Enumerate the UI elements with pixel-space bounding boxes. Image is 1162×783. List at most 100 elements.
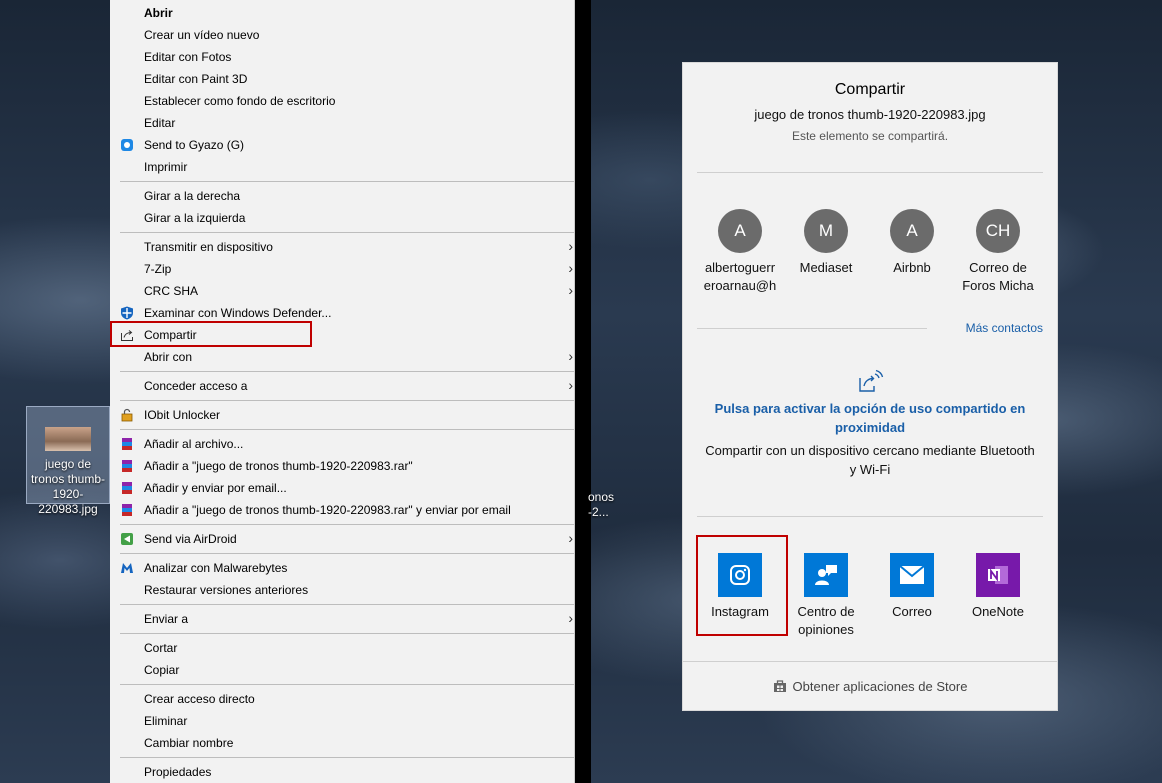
menu-separator: [120, 181, 574, 182]
share-title: Compartir: [834, 81, 906, 98]
contact-item[interactable]: A albertoguerr eroarnau@h: [697, 209, 783, 295]
more-contacts-link[interactable]: Más contactos: [966, 321, 1043, 335]
contact-name-line2: eroarnau@h: [703, 278, 777, 293]
menu-item-crc-sha[interactable]: CRC SHA ›: [110, 280, 575, 302]
airdroid-icon: [121, 533, 133, 545]
gyazo-icon: [121, 139, 133, 151]
share-separator: [697, 516, 1043, 517]
menu-item-anadir-archivo[interactable]: Añadir al archivo...: [110, 433, 575, 455]
menu-item-crear-video[interactable]: Crear un vídeo nuevo: [110, 24, 575, 46]
desktop-partial-label: onos -2...: [588, 490, 615, 519]
highlight-instagram-box: [696, 535, 788, 636]
app-onenote[interactable]: OneNote: [955, 553, 1041, 621]
menu-item-anadir-rar-email[interactable]: Añadir a "juego de tronos thumb-1920-220…: [110, 499, 575, 521]
menu-item-girar-izquierda[interactable]: Girar a la izquierda: [110, 207, 575, 229]
chevron-right-icon: ›: [568, 282, 573, 298]
store-link-label: Obtener aplicaciones de Store: [792, 679, 968, 694]
share-filename: juego de tronos thumb-1920-220983.jpg: [754, 107, 986, 122]
menu-separator: [120, 429, 574, 430]
menu-item-eliminar[interactable]: Eliminar: [110, 710, 575, 732]
windows-defender-icon: [121, 306, 133, 320]
malwarebytes-icon: [121, 563, 133, 573]
menu-item-gyazo[interactable]: Send to Gyazo (G): [110, 134, 575, 156]
avatar: A: [718, 209, 762, 253]
menu-separator: [120, 604, 574, 605]
highlight-compartir-box: [110, 321, 312, 347]
contact-item[interactable]: M Mediaset: [783, 209, 869, 277]
store-bag-icon: [773, 680, 786, 692]
menu-separator: [120, 757, 574, 758]
menu-item-malwarebytes[interactable]: Analizar con Malwarebytes: [110, 557, 575, 579]
menu-item-propiedades[interactable]: Propiedades: [110, 761, 575, 783]
app-name: Centro de opiniones: [797, 604, 855, 637]
nearby-share-description: Compartir con un dispositivo cercano med…: [705, 443, 1035, 477]
chevron-right-icon: ›: [568, 260, 573, 276]
menu-item-restaurar-versiones[interactable]: Restaurar versiones anteriores: [110, 579, 575, 601]
winrar-icon: [122, 460, 132, 472]
chevron-right-icon: ›: [568, 377, 573, 393]
menu-item-editar-fotos[interactable]: Editar con Fotos: [110, 46, 575, 68]
menu-item-editar[interactable]: Editar: [110, 112, 575, 134]
menu-item-anadir-email[interactable]: Añadir y enviar por email...: [110, 477, 575, 499]
menu-item-transmitir[interactable]: Transmitir en dispositivo ›: [110, 236, 575, 258]
menu-separator: [120, 633, 574, 634]
menu-item-abrir-con[interactable]: Abrir con ›: [110, 346, 575, 368]
menu-item-conceder-acceso[interactable]: Conceder acceso a ›: [110, 375, 575, 397]
nearby-share-icon[interactable]: [858, 369, 884, 393]
app-name: OneNote: [971, 604, 1025, 619]
menu-separator: [120, 400, 574, 401]
chevron-right-icon: ›: [568, 238, 573, 254]
avatar: CH: [976, 209, 1020, 253]
share-separator: [697, 328, 927, 329]
menu-item-enviar-a[interactable]: Enviar a ›: [110, 608, 575, 630]
mail-icon: [899, 565, 925, 584]
app-correo[interactable]: Correo: [869, 553, 955, 621]
contact-item[interactable]: CH Correo de Foros Micha: [955, 209, 1041, 295]
screenshot-divider: [575, 0, 591, 783]
desktop-file-label: juego de tronos thumb-1920-220983.jpg: [30, 457, 106, 516]
desktop-file-icon[interactable]: juego de tronos thumb-1920-220983.jpg: [26, 406, 110, 516]
menu-separator: [120, 371, 574, 372]
iobit-lock-icon: [121, 408, 133, 422]
share-note: Este elemento se compartirá.: [791, 129, 949, 143]
winrar-icon: [122, 504, 132, 516]
contact-name-line2: Foros Micha: [962, 278, 1034, 293]
nearby-share-toggle[interactable]: Pulsa para activar la opción de uso comp…: [703, 399, 1037, 437]
contact-name: albertoguerr: [704, 260, 776, 275]
menu-item-crear-acceso-directo[interactable]: Crear acceso directo: [110, 688, 575, 710]
avatar: A: [890, 209, 934, 253]
contact-name: Airbnb: [893, 260, 931, 275]
menu-item-copiar[interactable]: Copiar: [110, 659, 575, 681]
share-separator: [683, 661, 1057, 662]
menu-item-anadir-rar[interactable]: Añadir a "juego de tronos thumb-1920-220…: [110, 455, 575, 477]
chevron-right-icon: ›: [568, 348, 573, 364]
app-name: Correo: [892, 604, 932, 619]
winrar-icon: [122, 438, 132, 450]
menu-item-girar-derecha[interactable]: Girar a la derecha: [110, 185, 575, 207]
store-link[interactable]: Obtener aplicaciones de Store: [683, 679, 1057, 694]
onenote-icon: [988, 566, 1008, 584]
contact-name: Correo de: [969, 260, 1027, 275]
menu-item-imprimir[interactable]: Imprimir: [110, 156, 575, 178]
menu-separator: [120, 553, 574, 554]
menu-separator: [120, 524, 574, 525]
image-thumbnail: [45, 427, 91, 451]
app-centro-de-opiniones[interactable]: Centro de opiniones: [783, 553, 869, 639]
menu-item-cambiar-nombre[interactable]: Cambiar nombre: [110, 732, 575, 754]
contact-item[interactable]: A Airbnb: [869, 209, 955, 277]
menu-item-abrir[interactable]: Abrir: [110, 2, 575, 24]
menu-item-airdroid[interactable]: Send via AirDroid ›: [110, 528, 575, 550]
menu-separator: [120, 684, 574, 685]
menu-item-paint-3d[interactable]: Editar con Paint 3D: [110, 68, 575, 90]
winrar-icon: [122, 482, 132, 494]
menu-item-fondo-escritorio[interactable]: Establecer como fondo de escritorio: [110, 90, 575, 112]
avatar: M: [804, 209, 848, 253]
menu-separator: [120, 232, 574, 233]
feedback-hub-icon: [815, 565, 837, 585]
menu-item-iobit-unlocker[interactable]: IObit Unlocker: [110, 404, 575, 426]
contact-name: Mediaset: [799, 260, 853, 275]
share-separator: [697, 172, 1043, 173]
menu-item-cortar[interactable]: Cortar: [110, 637, 575, 659]
menu-item-7zip[interactable]: 7-Zip ›: [110, 258, 575, 280]
context-menu: Abrir Crear un vídeo nuevo Editar con Fo…: [110, 0, 575, 783]
